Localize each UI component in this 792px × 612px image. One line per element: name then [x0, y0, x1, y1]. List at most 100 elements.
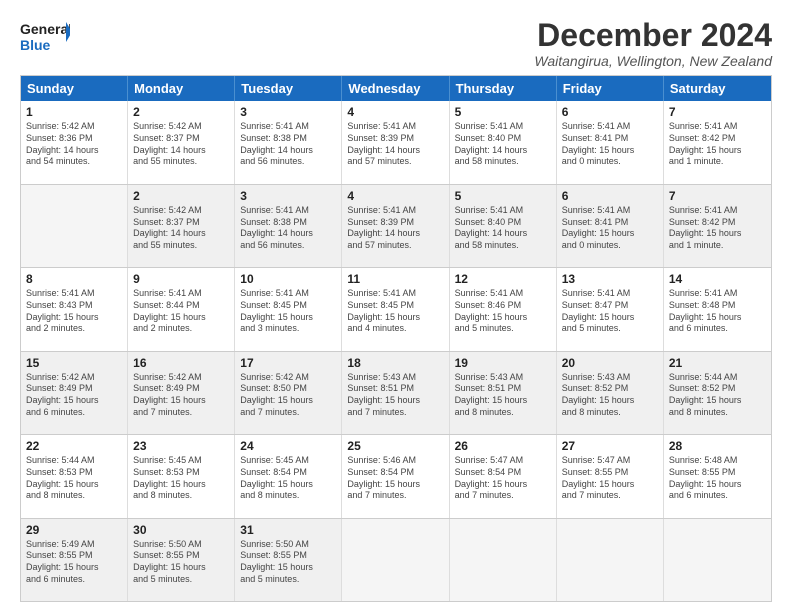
day-number: 11	[347, 271, 443, 287]
day-info: Sunrise: 5:44 AM Sunset: 8:52 PM Dayligh…	[669, 372, 766, 419]
day-number: 30	[133, 522, 229, 538]
calendar-cell: 11Sunrise: 5:41 AM Sunset: 8:45 PM Dayli…	[342, 268, 449, 350]
calendar-cell: 2Sunrise: 5:42 AM Sunset: 8:37 PM Daylig…	[128, 101, 235, 183]
calendar-cell: 26Sunrise: 5:47 AM Sunset: 8:54 PM Dayli…	[450, 435, 557, 517]
day-info: Sunrise: 5:50 AM Sunset: 8:55 PM Dayligh…	[240, 539, 336, 586]
day-info: Sunrise: 5:41 AM Sunset: 8:41 PM Dayligh…	[562, 205, 658, 252]
day-info: Sunrise: 5:44 AM Sunset: 8:53 PM Dayligh…	[26, 455, 122, 502]
day-info: Sunrise: 5:41 AM Sunset: 8:46 PM Dayligh…	[455, 288, 551, 335]
day-info: Sunrise: 5:41 AM Sunset: 8:40 PM Dayligh…	[455, 205, 551, 252]
calendar-cell: 27Sunrise: 5:47 AM Sunset: 8:55 PM Dayli…	[557, 435, 664, 517]
calendar-cell: 6Sunrise: 5:41 AM Sunset: 8:41 PM Daylig…	[557, 101, 664, 183]
day-number: 4	[347, 188, 443, 204]
day-number: 3	[240, 188, 336, 204]
day-number: 10	[240, 271, 336, 287]
calendar-cell	[342, 519, 449, 601]
day-number: 17	[240, 355, 336, 371]
day-number: 2	[133, 104, 229, 120]
svg-text:Blue: Blue	[20, 37, 51, 53]
day-info: Sunrise: 5:42 AM Sunset: 8:49 PM Dayligh…	[26, 372, 122, 419]
calendar-cell: 29Sunrise: 5:49 AM Sunset: 8:55 PM Dayli…	[21, 519, 128, 601]
day-number: 23	[133, 438, 229, 454]
day-info: Sunrise: 5:48 AM Sunset: 8:55 PM Dayligh…	[669, 455, 766, 502]
subtitle: Waitangirua, Wellington, New Zealand	[534, 53, 772, 69]
day-info: Sunrise: 5:43 AM Sunset: 8:51 PM Dayligh…	[347, 372, 443, 419]
calendar-header: Sunday Monday Tuesday Wednesday Thursday…	[21, 76, 771, 101]
day-number: 26	[455, 438, 551, 454]
week-row-2: 8Sunrise: 5:41 AM Sunset: 8:43 PM Daylig…	[21, 267, 771, 350]
day-info: Sunrise: 5:41 AM Sunset: 8:42 PM Dayligh…	[669, 205, 766, 252]
header-thursday: Thursday	[450, 76, 557, 101]
calendar-cell: 5Sunrise: 5:41 AM Sunset: 8:40 PM Daylig…	[450, 101, 557, 183]
calendar-cell: 10Sunrise: 5:41 AM Sunset: 8:45 PM Dayli…	[235, 268, 342, 350]
day-info: Sunrise: 5:42 AM Sunset: 8:36 PM Dayligh…	[26, 121, 122, 168]
calendar-cell: 3Sunrise: 5:41 AM Sunset: 8:38 PM Daylig…	[235, 101, 342, 183]
header-saturday: Saturday	[664, 76, 771, 101]
header: General Blue December 2024 Waitangirua, …	[20, 18, 772, 69]
header-tuesday: Tuesday	[235, 76, 342, 101]
day-number: 19	[455, 355, 551, 371]
calendar-cell: 1Sunrise: 5:42 AM Sunset: 8:36 PM Daylig…	[21, 101, 128, 183]
title-block: December 2024 Waitangirua, Wellington, N…	[534, 18, 772, 69]
calendar-cell: 20Sunrise: 5:43 AM Sunset: 8:52 PM Dayli…	[557, 352, 664, 434]
day-info: Sunrise: 5:45 AM Sunset: 8:54 PM Dayligh…	[240, 455, 336, 502]
calendar-cell: 17Sunrise: 5:42 AM Sunset: 8:50 PM Dayli…	[235, 352, 342, 434]
header-friday: Friday	[557, 76, 664, 101]
day-number: 21	[669, 355, 766, 371]
calendar-cell: 8Sunrise: 5:41 AM Sunset: 8:43 PM Daylig…	[21, 268, 128, 350]
calendar-cell: 13Sunrise: 5:41 AM Sunset: 8:47 PM Dayli…	[557, 268, 664, 350]
calendar-cell	[21, 185, 128, 267]
day-info: Sunrise: 5:41 AM Sunset: 8:48 PM Dayligh…	[669, 288, 766, 335]
day-number: 7	[669, 188, 766, 204]
calendar-cell: 28Sunrise: 5:48 AM Sunset: 8:55 PM Dayli…	[664, 435, 771, 517]
day-info: Sunrise: 5:42 AM Sunset: 8:50 PM Dayligh…	[240, 372, 336, 419]
day-number: 3	[240, 104, 336, 120]
day-info: Sunrise: 5:43 AM Sunset: 8:52 PM Dayligh…	[562, 372, 658, 419]
day-info: Sunrise: 5:41 AM Sunset: 8:42 PM Dayligh…	[669, 121, 766, 168]
day-info: Sunrise: 5:50 AM Sunset: 8:55 PM Dayligh…	[133, 539, 229, 586]
day-number: 6	[562, 188, 658, 204]
week-row-1: 2Sunrise: 5:42 AM Sunset: 8:37 PM Daylig…	[21, 184, 771, 267]
logo: General Blue	[20, 18, 70, 56]
page: General Blue December 2024 Waitangirua, …	[0, 0, 792, 612]
day-info: Sunrise: 5:41 AM Sunset: 8:45 PM Dayligh…	[240, 288, 336, 335]
day-number: 31	[240, 522, 336, 538]
day-number: 24	[240, 438, 336, 454]
calendar-cell: 25Sunrise: 5:46 AM Sunset: 8:54 PM Dayli…	[342, 435, 449, 517]
day-number: 14	[669, 271, 766, 287]
day-number: 25	[347, 438, 443, 454]
header-monday: Monday	[128, 76, 235, 101]
day-info: Sunrise: 5:41 AM Sunset: 8:38 PM Dayligh…	[240, 121, 336, 168]
logo-svg: General Blue	[20, 18, 70, 56]
calendar-cell: 21Sunrise: 5:44 AM Sunset: 8:52 PM Dayli…	[664, 352, 771, 434]
calendar-cell: 7Sunrise: 5:41 AM Sunset: 8:42 PM Daylig…	[664, 101, 771, 183]
header-wednesday: Wednesday	[342, 76, 449, 101]
calendar-cell: 5Sunrise: 5:41 AM Sunset: 8:40 PM Daylig…	[450, 185, 557, 267]
day-number: 5	[455, 188, 551, 204]
day-number: 7	[669, 104, 766, 120]
calendar-cell: 14Sunrise: 5:41 AM Sunset: 8:48 PM Dayli…	[664, 268, 771, 350]
day-info: Sunrise: 5:41 AM Sunset: 8:47 PM Dayligh…	[562, 288, 658, 335]
calendar-cell: 12Sunrise: 5:41 AM Sunset: 8:46 PM Dayli…	[450, 268, 557, 350]
day-info: Sunrise: 5:42 AM Sunset: 8:37 PM Dayligh…	[133, 205, 229, 252]
calendar-cell: 23Sunrise: 5:45 AM Sunset: 8:53 PM Dayli…	[128, 435, 235, 517]
calendar-cell: 4Sunrise: 5:41 AM Sunset: 8:39 PM Daylig…	[342, 185, 449, 267]
day-info: Sunrise: 5:42 AM Sunset: 8:49 PM Dayligh…	[133, 372, 229, 419]
day-info: Sunrise: 5:41 AM Sunset: 8:41 PM Dayligh…	[562, 121, 658, 168]
day-info: Sunrise: 5:47 AM Sunset: 8:54 PM Dayligh…	[455, 455, 551, 502]
calendar-cell: 19Sunrise: 5:43 AM Sunset: 8:51 PM Dayli…	[450, 352, 557, 434]
day-info: Sunrise: 5:43 AM Sunset: 8:51 PM Dayligh…	[455, 372, 551, 419]
calendar-cell: 22Sunrise: 5:44 AM Sunset: 8:53 PM Dayli…	[21, 435, 128, 517]
main-title: December 2024	[534, 18, 772, 53]
day-info: Sunrise: 5:47 AM Sunset: 8:55 PM Dayligh…	[562, 455, 658, 502]
day-number: 22	[26, 438, 122, 454]
calendar-body: 1Sunrise: 5:42 AM Sunset: 8:36 PM Daylig…	[21, 101, 771, 601]
calendar-cell: 30Sunrise: 5:50 AM Sunset: 8:55 PM Dayli…	[128, 519, 235, 601]
day-info: Sunrise: 5:46 AM Sunset: 8:54 PM Dayligh…	[347, 455, 443, 502]
calendar-cell: 7Sunrise: 5:41 AM Sunset: 8:42 PM Daylig…	[664, 185, 771, 267]
day-info: Sunrise: 5:41 AM Sunset: 8:39 PM Dayligh…	[347, 205, 443, 252]
day-number: 15	[26, 355, 122, 371]
day-number: 5	[455, 104, 551, 120]
day-info: Sunrise: 5:41 AM Sunset: 8:43 PM Dayligh…	[26, 288, 122, 335]
day-number: 12	[455, 271, 551, 287]
